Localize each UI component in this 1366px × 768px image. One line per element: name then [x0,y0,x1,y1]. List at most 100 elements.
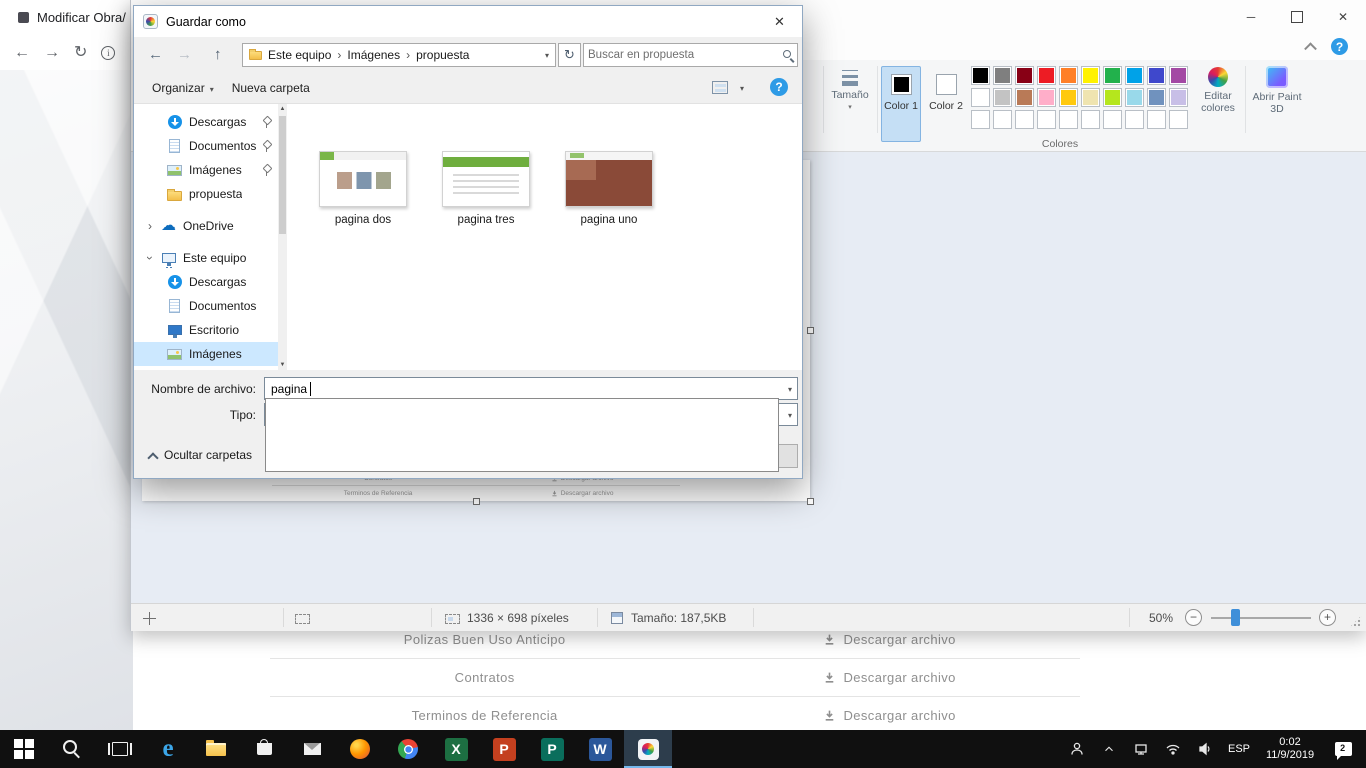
browser-tab[interactable]: Modificar Obra/ [0,0,133,34]
palette-color[interactable] [1103,110,1122,129]
hide-folders-button[interactable]: Ocultar carpetas [148,448,252,462]
palette-color[interactable] [1037,66,1056,85]
palette-color[interactable] [1037,88,1056,107]
clock[interactable]: 0:02 11/9/2019 [1260,736,1320,762]
refresh-button[interactable] [558,43,581,67]
taskbar-app-button[interactable] [96,730,144,768]
new-folder-button[interactable]: Nueva carpeta [232,81,310,95]
search-icon[interactable] [783,50,791,58]
sidebar-item[interactable]: propuesta [134,182,278,206]
file-type-dropdown-list[interactable] [265,398,779,472]
zoom-slider-track[interactable] [1211,617,1311,619]
network-icon[interactable] [1128,730,1154,768]
sidebar-item[interactable]: Descargas [134,110,278,134]
nav-forward-button[interactable] [177,47,192,62]
palette-color[interactable] [971,66,990,85]
dialog-close-icon[interactable] [757,6,802,37]
view-mode-button[interactable] [712,81,728,94]
canvas-resize-handle-corner[interactable] [807,498,814,505]
palette-color[interactable] [1125,66,1144,85]
color2-button[interactable]: Color 2 [926,66,966,142]
palette-color[interactable] [1103,88,1122,107]
resize-grip[interactable] [1349,615,1362,628]
canvas-resize-handle-bottom[interactable] [473,498,480,505]
palette-color[interactable] [1015,66,1034,85]
taskbar-app-button[interactable] [0,730,48,768]
people-icon[interactable] [1064,730,1090,768]
zoom-in-button[interactable] [1319,609,1336,626]
palette-color[interactable] [1147,66,1166,85]
zoom-out-button[interactable] [1185,609,1202,626]
file-item[interactable]: pagina tres [441,151,531,370]
download-link[interactable]: Descargar archivo [699,670,1080,685]
palette-color[interactable] [1059,88,1078,107]
palette-color[interactable] [971,88,990,107]
collapse-ribbon-icon[interactable] [1306,40,1320,54]
sidebar-item[interactable]: Escritorio [134,318,278,342]
taskbar-app-button[interactable]: W [576,730,624,768]
sidebar-item[interactable]: Documentos [134,134,278,158]
palette-color[interactable] [993,66,1012,85]
palette-color[interactable] [1059,110,1078,129]
palette-color[interactable] [1147,110,1166,129]
language-indicator[interactable]: ESP [1224,743,1254,755]
chevron-down-icon[interactable] [788,385,792,394]
dialog-help-icon[interactable] [770,78,788,96]
browser-page-info-icon[interactable] [101,46,115,60]
filename-input[interactable]: pagina [264,377,798,400]
expander-icon[interactable] [148,219,160,233]
edit-colors-button[interactable]: Editar colores [1195,64,1241,114]
sidebar-item[interactable]: Descargas [134,270,278,294]
nav-back-button[interactable] [148,47,163,62]
taskbar-app-button[interactable]: P [480,730,528,768]
color1-button[interactable]: Color 1 [881,66,921,142]
palette-color[interactable] [1103,66,1122,85]
taskbar-app-button[interactable] [384,730,432,768]
palette-color[interactable] [1125,88,1144,107]
help-icon[interactable] [1331,38,1348,55]
palette-color[interactable] [993,88,1012,107]
zoom-slider-thumb[interactable] [1231,609,1240,626]
palette-color[interactable] [1169,110,1188,129]
view-mode-dropdown-icon[interactable] [740,84,744,93]
browser-refresh-icon[interactable] [74,45,87,61]
nav-up-button[interactable] [214,47,222,62]
taskbar-app-button[interactable] [336,730,384,768]
search-input[interactable] [588,45,776,65]
palette-color[interactable] [1081,110,1100,129]
browser-back-icon[interactable] [14,45,30,61]
wifi-icon[interactable] [1160,730,1186,768]
breadcrumb-item[interactable]: propuesta [416,48,469,62]
action-center-icon[interactable]: 2 [1326,730,1360,768]
taskbar-app-button[interactable]: X [432,730,480,768]
taskbar-app-button[interactable] [192,730,240,768]
palette-color[interactable] [1081,88,1100,107]
taskbar-app-button[interactable] [48,730,96,768]
taskbar-app-button[interactable]: e [144,730,192,768]
canvas-resize-handle-right[interactable] [807,327,814,334]
palette-color[interactable] [1015,110,1034,129]
open-paint3d-button[interactable]: Abrir Paint 3D [1251,64,1303,115]
breadcrumb-item[interactable]: Este equipo [268,48,347,62]
palette-color[interactable] [1015,88,1034,107]
taskbar-app-button[interactable] [240,730,288,768]
sidebar-item[interactable]: Documentos [134,294,278,318]
address-dropdown-icon[interactable] [545,51,549,60]
chevron-down-icon[interactable] [788,411,792,420]
scrollbar-thumb[interactable] [279,116,286,234]
sidebar-item[interactable]: Imágenes [134,158,278,182]
palette-color[interactable] [1169,88,1188,107]
close-button[interactable] [1320,0,1366,33]
taskbar-app-button[interactable] [288,730,336,768]
taskbar-app-button[interactable] [624,730,672,768]
file-item[interactable]: pagina uno [564,151,654,370]
address-bar[interactable]: Este equipo Imágenes propuesta [242,43,556,67]
organize-button[interactable]: Organizar [152,81,214,95]
show-hidden-icons-chevron[interactable] [1096,730,1122,768]
palette-color[interactable] [1147,88,1166,107]
sidebar-item[interactable]: OneDrive [134,214,278,238]
expander-icon[interactable] [148,251,160,265]
palette-color[interactable] [993,110,1012,129]
sidebar-item[interactable]: Imágenes [134,342,278,366]
volume-icon[interactable] [1192,730,1218,768]
